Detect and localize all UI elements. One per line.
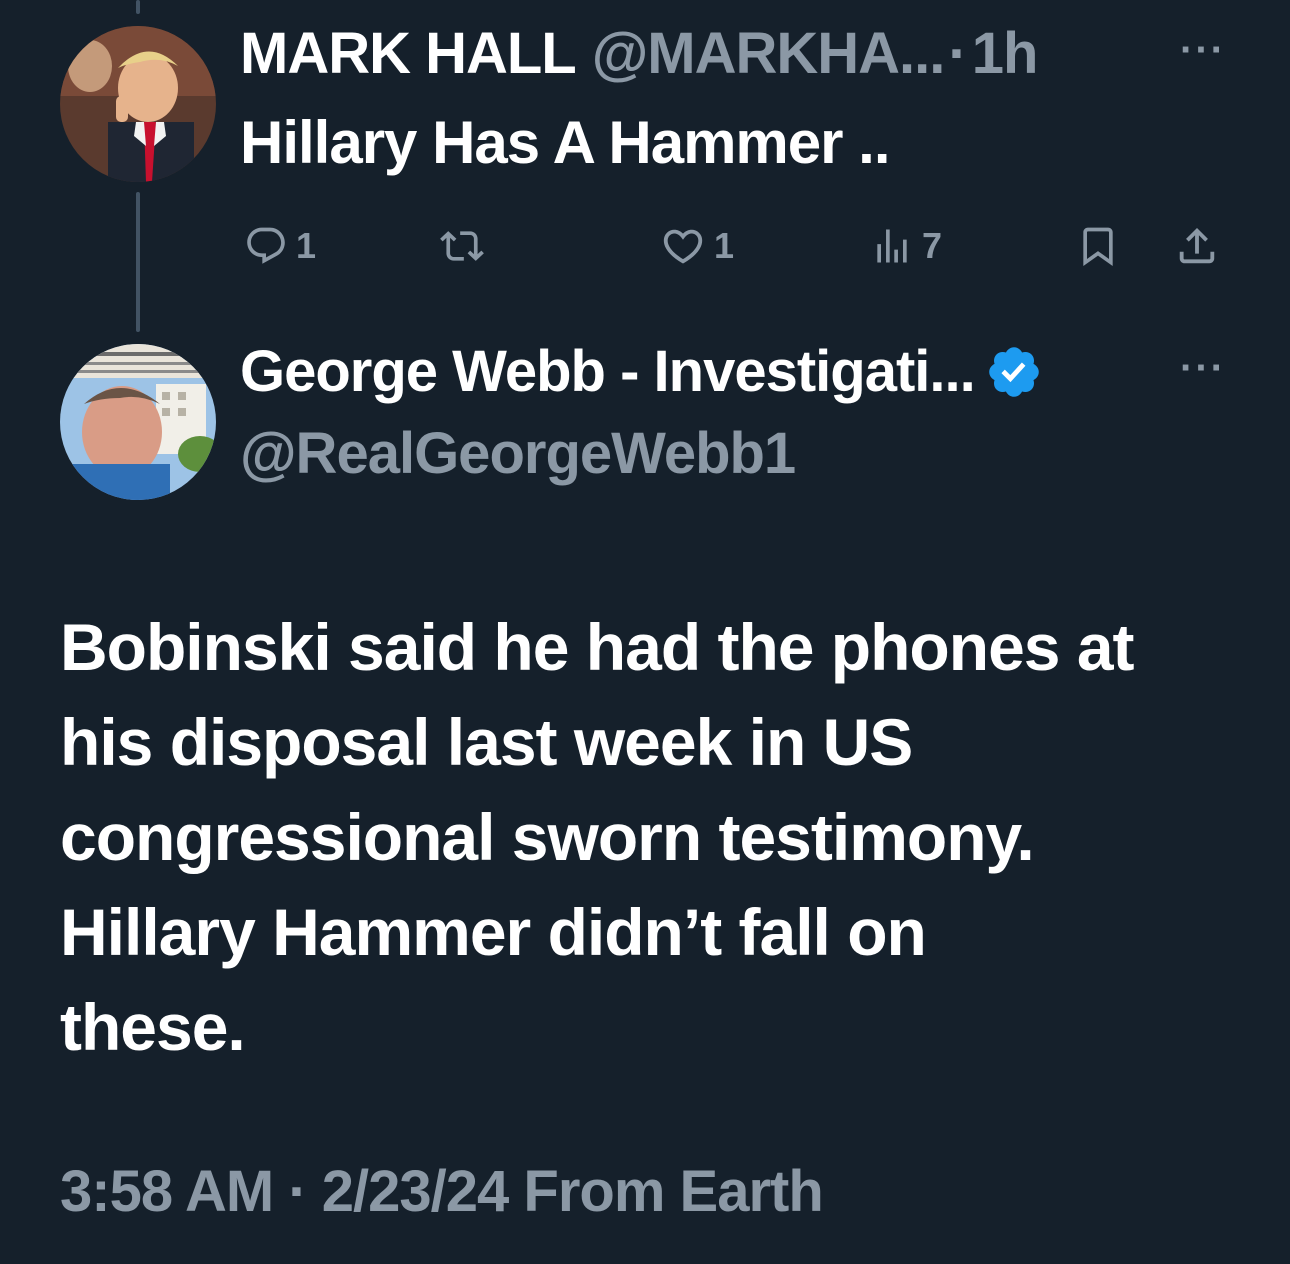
thread-line-connector: [136, 192, 140, 332]
reply-icon: [247, 227, 285, 264]
parent-time-ago[interactable]: 1h: [972, 20, 1039, 87]
user-avatar-photo-icon: [60, 26, 216, 182]
parent-tweet-avatar[interactable]: [60, 26, 216, 182]
parent-tweet-actions: 1 1 7: [240, 218, 1230, 274]
main-author-handle[interactable]: @RealGeorgeWebb1: [240, 420, 796, 487]
user-avatar-photo-icon: [60, 344, 216, 500]
like-count: 1: [714, 225, 735, 266]
reply-count: 1: [296, 225, 317, 266]
views-count: 7: [922, 225, 943, 266]
parent-author-name[interactable]: MARK HALL: [240, 20, 577, 87]
bookmark-icon: [1083, 227, 1113, 267]
main-tweet-handle-row: @RealGeorgeWebb1: [240, 420, 796, 487]
heart-icon: [663, 229, 703, 264]
reply-button[interactable]: 1: [244, 218, 316, 274]
parent-tweet-text: Hillary Has A Hammer ..: [240, 109, 891, 176]
bookmark-button[interactable]: [1076, 218, 1120, 274]
like-button[interactable]: 1: [660, 218, 734, 274]
share-icon: [1179, 227, 1215, 264]
main-tweet-text-line: these.: [60, 990, 246, 1064]
parent-time-separator: ·: [948, 21, 968, 86]
main-tweet-text-line: congressional sworn testimony.: [60, 800, 1035, 874]
parent-author-handle[interactable]: @MARKHA...: [592, 20, 946, 87]
main-tweet-text-line: Bobinski said he had the phones at: [60, 610, 1135, 684]
retweet-icon: [440, 231, 484, 261]
share-button[interactable]: [1174, 218, 1220, 274]
views-icon: [877, 229, 907, 263]
main-tweet-avatar[interactable]: [60, 344, 216, 500]
tweet-timestamp[interactable]: 3:58 AM · 2/23/24 From Earth: [60, 1158, 824, 1225]
verified-badge-icon: [985, 343, 1043, 401]
parent-tweet-header: MARK HALL @MARKHA... · 1h: [240, 20, 1039, 87]
main-tweet-text-line: Hillary Hammer didn’t fall on: [60, 895, 927, 969]
main-author-name[interactable]: George Webb - Investigati...: [240, 338, 976, 405]
retweet-button[interactable]: [440, 218, 492, 274]
parent-more-options-button[interactable]: ···: [1180, 28, 1226, 73]
views-button[interactable]: 7: [870, 218, 942, 274]
thread-line-top: [136, 0, 140, 14]
main-tweet-text-line: his disposal last week in US: [60, 705, 913, 779]
main-tweet-text: Bobinski said he had the phones at his d…: [60, 600, 1250, 1075]
main-tweet-header: George Webb - Investigati...: [240, 338, 1043, 405]
main-more-options-button[interactable]: ···: [1180, 346, 1226, 391]
